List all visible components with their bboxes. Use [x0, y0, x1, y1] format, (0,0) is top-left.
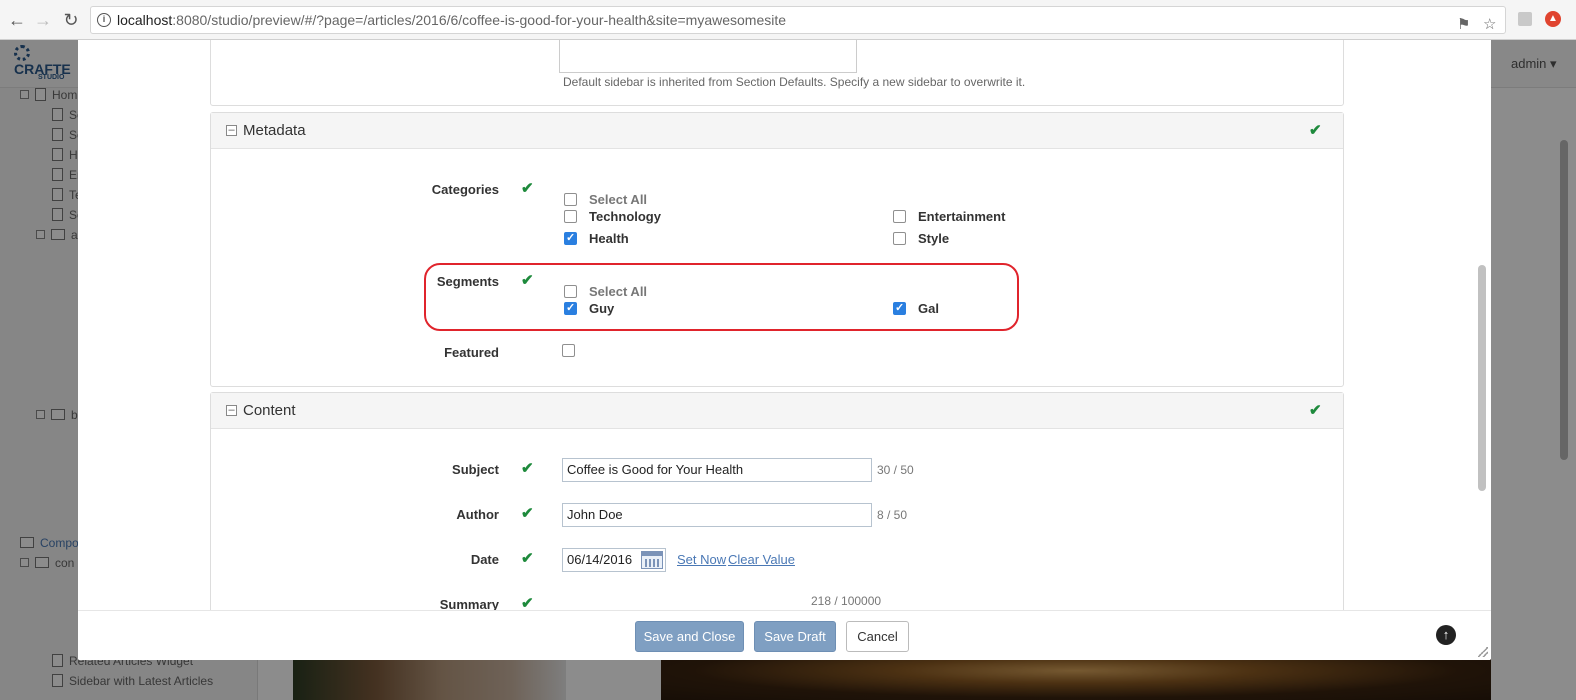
metadata-title: Metadata — [243, 122, 306, 139]
valid-check-icon: ✔ — [1309, 402, 1322, 419]
featured-checkbox[interactable] — [562, 344, 575, 357]
content-panel-header[interactable]: – Content ✔ — [211, 393, 1343, 429]
reload-icon[interactable]: ↻ — [60, 9, 82, 31]
categories-select-all-checkbox[interactable] — [564, 193, 577, 206]
content-panel: – Content ✔ Subject ✔ Coffee is Good for… — [210, 392, 1344, 610]
save-draft-button[interactable]: Save Draft — [754, 621, 836, 652]
summary-char-count: 218 / 100000 — [811, 594, 882, 608]
back-icon[interactable]: ← — [6, 9, 28, 31]
category-technology-checkbox[interactable] — [564, 210, 577, 223]
valid-check-icon: ✔ — [521, 505, 534, 522]
subject-char-count: 30 / 50 — [877, 463, 914, 477]
save-and-close-button[interactable]: Save and Close — [635, 621, 744, 652]
resize-handle-icon[interactable] — [1478, 647, 1488, 657]
sidebar-panel: Default sidebar is inherited from Sectio… — [210, 40, 1344, 106]
category-label: Style — [918, 231, 950, 246]
subject-label: Subject — [452, 462, 499, 477]
forward-icon[interactable]: → — [32, 9, 54, 31]
summary-label: Summary — [439, 597, 499, 610]
url-path: :8080/studio/preview/#/?page=/articles/2… — [172, 12, 787, 28]
url-host: localhost — [117, 12, 173, 28]
date-label: Date — [470, 552, 499, 567]
author-char-count: 8 / 50 — [877, 508, 908, 522]
featured-label: Featured — [444, 345, 499, 360]
valid-check-icon: ✔ — [521, 595, 534, 610]
metadata-panel-header[interactable]: – Metadata ✔ — [211, 113, 1343, 149]
content-title: Content — [243, 402, 296, 419]
extension-alert-icon[interactable]: ▲ — [1545, 11, 1561, 27]
form-footer: Save and Close Save Draft Cancel ↑ — [78, 610, 1491, 660]
author-input[interactable]: John Doe — [562, 503, 872, 527]
sidebar-item-box[interactable] — [559, 40, 857, 73]
categories-label: Categories — [431, 182, 499, 197]
calendar-icon[interactable] — [641, 551, 663, 569]
extension-icon[interactable] — [1518, 12, 1532, 26]
edit-form-dialog: Default sidebar is inherited from Sectio… — [78, 40, 1491, 660]
subject-input[interactable]: Coffee is Good for Your Health — [562, 458, 872, 482]
category-label: Health — [589, 231, 629, 246]
form-scrollbar[interactable] — [1478, 265, 1486, 491]
address-bar[interactable]: i localhost:8080/studio/preview/#/?page=… — [90, 6, 1506, 34]
set-now-link[interactable]: Set Now — [677, 552, 726, 567]
segments-highlight — [424, 263, 1019, 331]
author-label: Author — [456, 507, 499, 522]
valid-check-icon: ✔ — [521, 550, 534, 567]
category-label: Technology — [589, 209, 661, 224]
collapse-icon[interactable]: – — [226, 125, 237, 136]
category-health-checkbox[interactable] — [564, 231, 577, 245]
valid-check-icon: ✔ — [1309, 122, 1322, 139]
category-label: Entertainment — [918, 209, 1006, 224]
info-icon[interactable]: i — [97, 13, 111, 27]
valid-check-icon: ✔ — [521, 460, 534, 477]
pin-icon[interactable]: ⚑ — [1457, 12, 1470, 38]
sidebar-help-text: Default sidebar is inherited from Sectio… — [563, 75, 1026, 89]
bookmark-star-icon[interactable]: ☆ — [1483, 12, 1496, 38]
metadata-panel: – Metadata ✔ Categories ✔ Select All Tec… — [210, 112, 1344, 387]
collapse-icon[interactable]: – — [226, 405, 237, 416]
category-entertainment-checkbox[interactable] — [893, 210, 906, 223]
clear-value-link[interactable]: Clear Value — [728, 552, 795, 567]
select-all-label: Select All — [589, 192, 648, 207]
valid-check-icon: ✔ — [521, 180, 534, 197]
scroll-top-icon[interactable]: ↑ — [1436, 625, 1456, 645]
cancel-button[interactable]: Cancel — [846, 621, 909, 652]
browser-toolbar: ← → ↻ i localhost:8080/studio/preview/#/… — [0, 0, 1576, 40]
category-style-checkbox[interactable] — [893, 232, 906, 245]
form-body: Default sidebar is inherited from Sectio… — [78, 40, 1491, 610]
